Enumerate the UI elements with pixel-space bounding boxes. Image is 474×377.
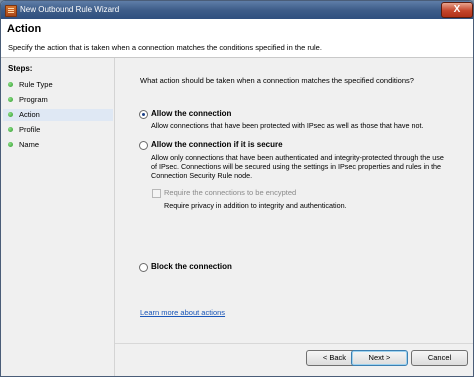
step-complete-icon — [8, 97, 13, 102]
step-profile: Profile — [8, 124, 112, 136]
step-label: Name — [19, 140, 40, 149]
close-button[interactable]: X — [441, 2, 473, 18]
steps-heading: Steps: — [8, 64, 33, 73]
step-complete-icon — [8, 82, 13, 87]
require-encryption-checkbox[interactable] — [152, 189, 161, 198]
cancel-button[interactable]: Cancel — [411, 350, 468, 366]
action-panel: What action should be taken when a conne… — [115, 58, 473, 344]
page-header: Action Specify the action that is taken … — [1, 19, 473, 58]
title-bar[interactable]: New Outbound Rule Wizard X — [1, 1, 473, 19]
block-connection-title[interactable]: Block the connection — [151, 262, 232, 271]
footer-divider — [115, 343, 473, 344]
step-program: Program — [8, 94, 112, 106]
allow-if-secure-desc-line: of IPsec. Connections will be secured us… — [151, 162, 442, 171]
block-connection-radio[interactable] — [139, 263, 148, 272]
page-title: Action — [7, 23, 42, 35]
allow-if-secure-title[interactable]: Allow the connection if it is secure — [151, 140, 283, 149]
action-question: What action should be taken when a conne… — [140, 76, 414, 85]
step-name: Name — [8, 139, 112, 151]
next-button[interactable]: Next > — [351, 350, 408, 366]
step-action: Action — [3, 109, 113, 121]
step-label: Program — [19, 95, 48, 104]
page-description: Specify the action that is taken when a … — [8, 43, 322, 52]
require-encryption-desc: Require privacy in addition to integrity… — [164, 201, 347, 210]
require-encryption-label[interactable]: Require the connections to be encypted — [164, 188, 296, 197]
steps-sidebar: Steps: Rule Type Program Action Profile … — [1, 58, 113, 376]
allow-connection-title[interactable]: Allow the connection — [151, 109, 231, 118]
allow-connection-radio[interactable] — [139, 110, 148, 119]
step-label: Rule Type — [19, 80, 53, 89]
allow-if-secure-radio[interactable] — [139, 141, 148, 150]
step-rule-type: Rule Type — [8, 79, 112, 91]
learn-more-link[interactable]: Learn more about actions — [140, 308, 225, 317]
step-pending-icon — [8, 142, 13, 147]
window-title: New Outbound Rule Wizard — [20, 5, 120, 14]
allow-if-secure-desc-line: Connection Security Rule node. — [151, 171, 253, 180]
allow-connection-desc: Allow connections that have been protect… — [151, 121, 424, 130]
allow-if-secure-desc-line: Allow only connections that have been au… — [151, 153, 444, 162]
step-label: Profile — [19, 125, 41, 134]
step-current-icon — [8, 112, 13, 117]
step-pending-icon — [8, 127, 13, 132]
wizard-window: New Outbound Rule Wizard X Action Specif… — [0, 0, 474, 377]
step-label: Action — [19, 110, 40, 119]
firewall-app-icon — [5, 5, 17, 17]
